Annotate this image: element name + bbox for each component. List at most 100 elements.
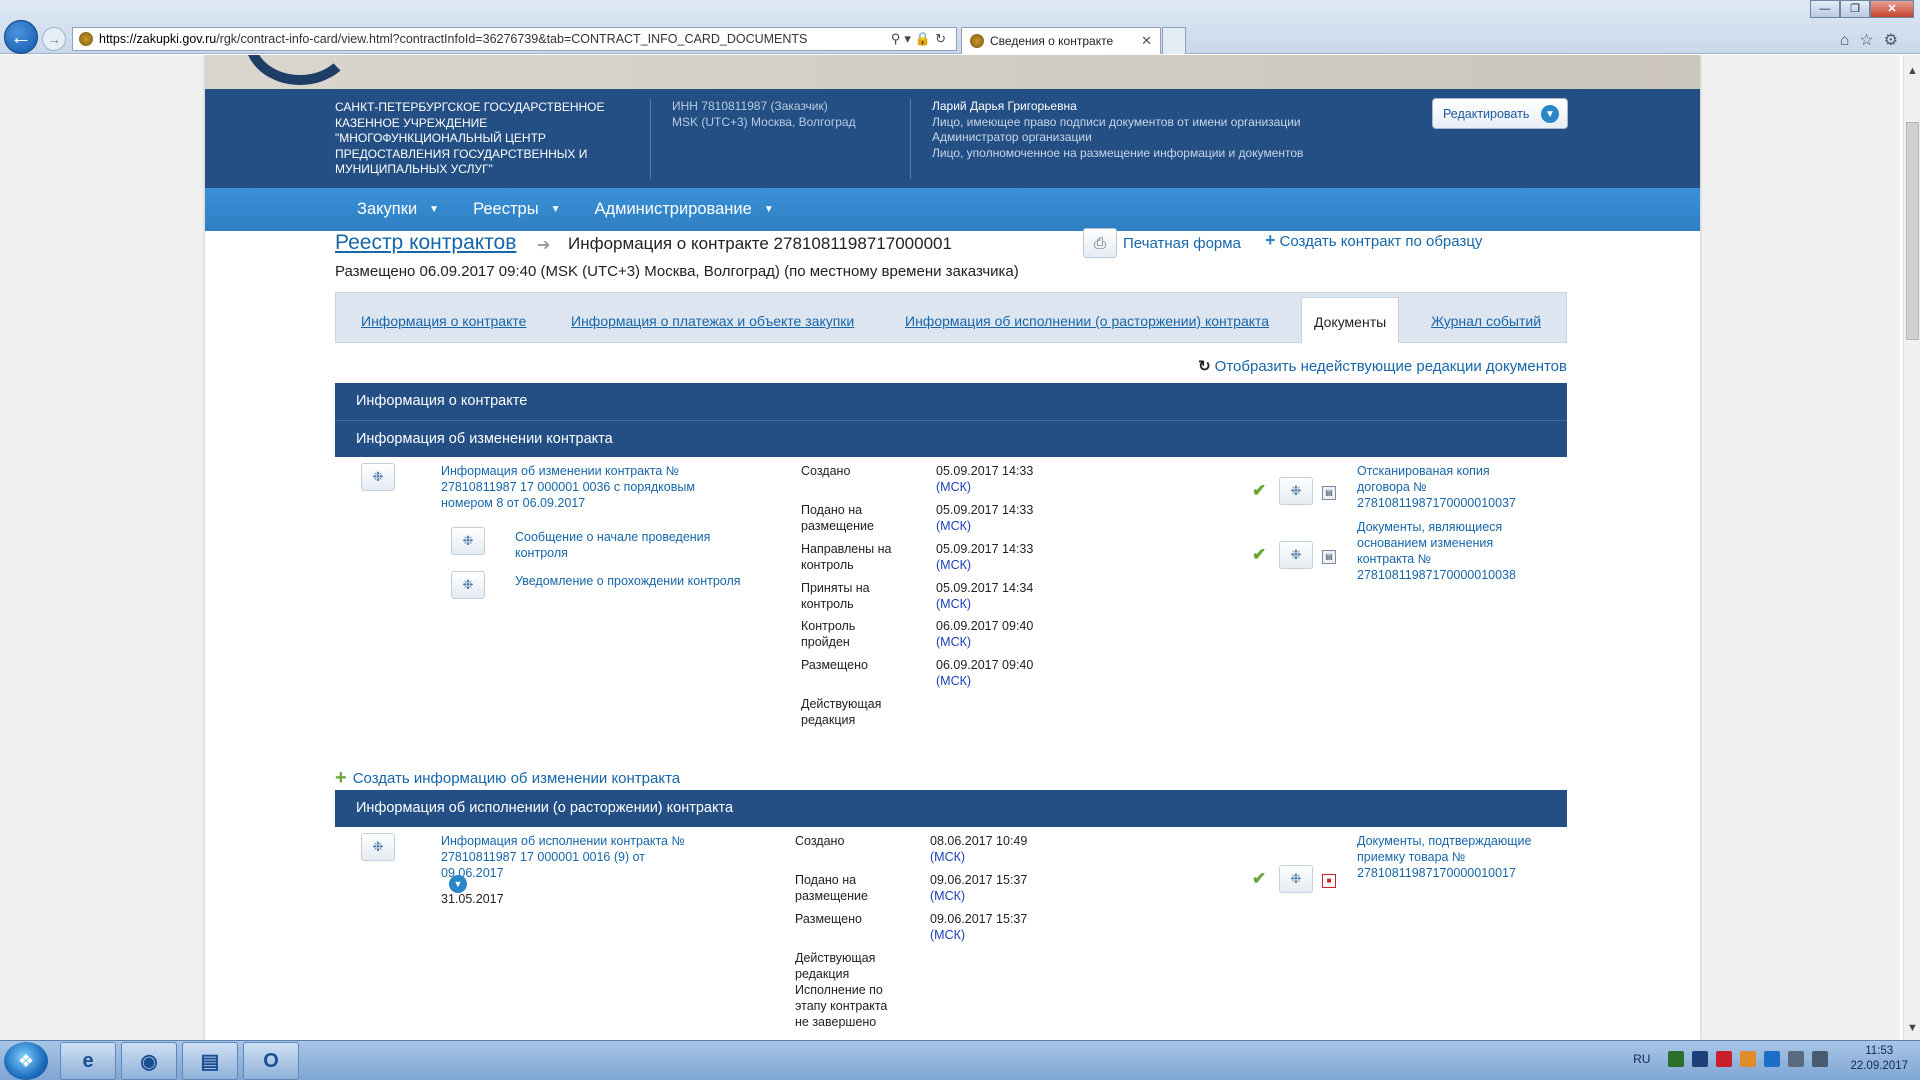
document-seal-icon[interactable]: ❉ <box>1279 477 1313 505</box>
scroll-thumb[interactable] <box>1906 122 1919 340</box>
file-doc-icon: ▤ <box>1322 550 1336 564</box>
event-date: 05.09.2017 14:33 (МСК) <box>936 464 1034 494</box>
edit-button-label: Редактировать <box>1443 106 1530 121</box>
back-button[interactable]: ← <box>4 20 38 54</box>
registry-link[interactable]: Реестр контрактов <box>335 231 516 255</box>
event-label: Размещено <box>801 658 868 672</box>
main-menu: Закупки ▼ Реестры ▼ Администрирование ▼ <box>205 188 1700 231</box>
browser-tab[interactable]: Сведения о контракте ✕ <box>961 27 1161 54</box>
favorites-icon[interactable]: ☆ <box>1859 32 1883 49</box>
control-pass-notice-link[interactable]: Уведомление о прохождении контроля <box>515 573 745 589</box>
revision-status: Действующая редакция <box>795 951 876 981</box>
menu-label: Администрирование <box>594 200 752 218</box>
breadcrumb: Реестр контрактов ➔ Информация о контрак… <box>335 228 1567 259</box>
site-banner <box>205 55 1700 89</box>
language-indicator[interactable]: RU <box>1633 1052 1650 1066</box>
event-label: Подано на размещение <box>795 873 868 903</box>
file-explorer-icon[interactable]: ▤ <box>182 1042 238 1080</box>
add-change-info-link[interactable]: + Создать информацию об изменении контрак… <box>335 767 1567 790</box>
event-label: Направлены на контроль <box>801 542 892 572</box>
menu-label: Закупки <box>357 200 418 218</box>
clock[interactable]: 11:53 22.09.2017 <box>1850 1044 1908 1074</box>
app-tray-icon[interactable] <box>1740 1051 1757 1067</box>
tab-documents[interactable]: Документы <box>1301 297 1400 343</box>
settings-gear-icon[interactable]: ⚙ <box>1884 32 1908 49</box>
logo-arc <box>245 55 355 85</box>
outlook-icon[interactable]: O <box>243 1042 299 1080</box>
show-old-label: Отобразить недействующие редакции докуме… <box>1214 358 1567 375</box>
outlook-tray-icon[interactable] <box>1764 1051 1781 1067</box>
attachment-link[interactable]: Отсканированая копия договора № 27810811… <box>1357 463 1542 511</box>
main-content: Реестр контрактов ➔ Информация о контрак… <box>335 228 1567 1040</box>
check-icon: ✔ <box>1252 545 1267 564</box>
caret-down-icon: ▼ <box>763 204 774 215</box>
section-contract-info[interactable]: Информация о контракте <box>335 383 1567 420</box>
section-change-info[interactable]: Информация об изменении контракта <box>335 420 1567 457</box>
document-seal-icon[interactable]: ❉ <box>361 463 395 491</box>
revision-status: Действующая редакция <box>801 697 882 727</box>
scroll-down-icon[interactable]: ▼ <box>1907 1022 1918 1034</box>
app-tray-icon[interactable] <box>1692 1051 1709 1067</box>
change-document-block: ❉ Информация об изменении контракта № 27… <box>335 457 1567 767</box>
edit-button[interactable]: Редактировать ▼ <box>1432 98 1568 129</box>
create-by-template-link[interactable]: + Создать контракт по образцу <box>1265 230 1482 251</box>
menu-administration[interactable]: Администрирование ▼ <box>594 200 773 219</box>
url-host: https://zakupki.gov.ru <box>99 32 217 46</box>
new-tab-button[interactable] <box>1162 27 1186 54</box>
tab-event-log[interactable]: Журнал событий <box>1431 313 1541 329</box>
start-button[interactable]: ❖ <box>4 1042 48 1080</box>
add-change-label: Создать информацию об изменении контракт… <box>352 770 681 787</box>
refresh-icon: ↻ <box>1198 358 1211 375</box>
forward-button[interactable]: → <box>42 27 66 51</box>
document-seal-icon[interactable]: ❉ <box>361 833 395 861</box>
document-seal-icon[interactable]: ❉ <box>451 571 485 599</box>
network-icon[interactable] <box>1668 1051 1685 1067</box>
plus-icon: + <box>335 767 347 789</box>
vertical-scrollbar[interactable]: ▲ ▼ <box>1903 55 1920 1040</box>
print-form-link[interactable]: ⎙ Печатная форма <box>1083 228 1241 258</box>
user-info: Ларий Дарья Григорьевна Лицо, имеющее пр… <box>932 99 1303 161</box>
event-date: 06.09.2017 09:40 (МСК) <box>936 658 1034 688</box>
chrome-icon[interactable]: ◉ <box>121 1042 177 1080</box>
browser-tools: ⌂☆⚙ <box>1840 30 1908 50</box>
home-icon[interactable]: ⌂ <box>1840 32 1860 49</box>
close-tab-icon[interactable]: ✕ <box>1141 33 1152 49</box>
tab-execution[interactable]: Информация об исполнении (о расторжении)… <box>905 313 1269 329</box>
scroll-up-icon[interactable]: ▲ <box>1907 65 1918 77</box>
plus-icon: + <box>1265 230 1276 250</box>
execution-date: 31.05.2017 <box>441 892 504 906</box>
event-date: 09.06.2017 15:37 (МСК) <box>930 873 1028 903</box>
menu-registries[interactable]: Реестры ▼ <box>473 200 560 219</box>
menu-purchases[interactable]: Закупки ▼ <box>357 200 439 219</box>
execution-document-link[interactable]: Информация об исполнении контракта № 278… <box>441 833 711 881</box>
org-timezone: MSK (UTC+3) Москва, Волгоград <box>672 114 856 129</box>
antivirus-icon[interactable] <box>1716 1051 1733 1067</box>
clock-time: 11:53 <box>1865 1045 1894 1057</box>
maximize-button[interactable]: ❐ <box>1840 0 1870 18</box>
internet-explorer-icon[interactable]: e <box>60 1042 116 1080</box>
event-date: 05.09.2017 14:34 (МСК) <box>936 581 1034 611</box>
arrow-right-icon: ➔ <box>537 237 551 254</box>
change-document-link[interactable]: Информация об изменении контракта № 2781… <box>441 463 711 511</box>
address-tools-icon[interactable]: ⚲▾🔒↻ <box>891 31 950 47</box>
browser-chrome: ← → https://zakupki.gov.ru/rgk/contract-… <box>0 0 1920 54</box>
close-window-button[interactable]: ✕ <box>1870 0 1914 18</box>
control-start-message-link[interactable]: Сообщение о начале проведения контроля <box>515 529 745 561</box>
attachment-link[interactable]: Документы, подтверждающие приемку товара… <box>1357 833 1542 881</box>
url-path: /rgk/contract-info-card/view.html?contra… <box>216 32 808 46</box>
show-old-revisions-link[interactable]: ↻ Отобразить недействующие редакции докум… <box>335 357 1567 375</box>
tab-payments[interactable]: Информация о платежах и объекте закупки <box>571 313 854 329</box>
tab-contract-info[interactable]: Информация о контракте <box>361 313 526 329</box>
document-seal-icon[interactable]: ❉ <box>1279 865 1313 893</box>
event-label: Приняты на контроль <box>801 581 870 611</box>
document-seal-icon[interactable]: ❉ <box>451 527 485 555</box>
address-bar[interactable]: https://zakupki.gov.ru/rgk/contract-info… <box>72 27 957 51</box>
document-seal-icon[interactable]: ❉ <box>1279 541 1313 569</box>
display-icon[interactable] <box>1788 1051 1805 1067</box>
section-execution-info[interactable]: Информация об исполнении (о расторжении)… <box>335 790 1567 827</box>
check-icon: ✔ <box>1252 481 1267 500</box>
attachment-link[interactable]: Документы, являющиеся основанием изменен… <box>1357 519 1542 583</box>
minimize-button[interactable]: — <box>1810 0 1840 18</box>
volume-icon[interactable] <box>1812 1051 1829 1067</box>
org-name: Санкт-Петербургское государственное казе… <box>335 100 605 176</box>
